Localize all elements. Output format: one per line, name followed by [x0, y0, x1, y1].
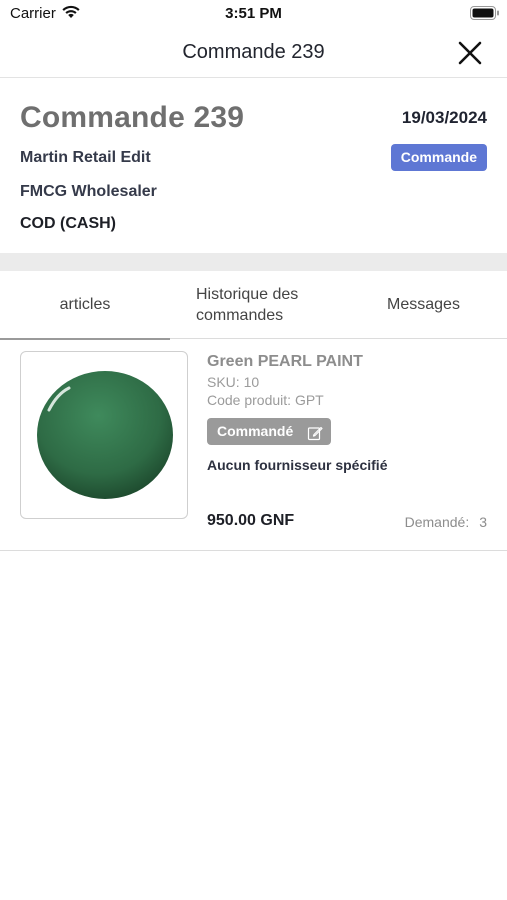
battery-icon: [470, 6, 500, 20]
supplier-note: Aucun fournisseur spécifié: [207, 457, 388, 473]
product-sku: SKU: 10: [207, 374, 260, 390]
order-date: 19/03/2024: [401, 108, 487, 127]
requested-label: Demandé:: [404, 514, 470, 530]
requested-quantity: Demandé: 3: [405, 514, 487, 530]
supplier-type: FMCG Wholesaler: [20, 183, 157, 200]
clock: 3:51 PM: [225, 5, 282, 22]
product-name: Green PEARL PAINT: [207, 353, 363, 370]
close-icon: [458, 41, 482, 65]
payment-method: COD (CASH): [20, 215, 116, 232]
order-header: Commande 239 19/03/2024 Martin Retail Ed…: [0, 79, 507, 253]
close-button[interactable]: [452, 38, 488, 68]
product-image: [20, 351, 188, 519]
tab-messages[interactable]: Messages: [340, 271, 507, 339]
page-title: Commande 239: [182, 41, 325, 63]
nav-bar: Commande 239: [0, 28, 507, 78]
list-item[interactable]: Green PEARL PAINT SKU: 10 Code produit: …: [0, 339, 507, 551]
item-status-label: Commandé: [217, 423, 294, 439]
order-number: Commande 239: [20, 101, 245, 134]
item-status-button[interactable]: Commandé: [207, 418, 331, 445]
status-badge: Commande: [390, 144, 487, 171]
edit-icon: [307, 423, 323, 441]
tab-articles[interactable]: articles: [0, 271, 170, 340]
status-bar: Carrier 3:51 PM: [0, 0, 507, 28]
requested-qty: 3: [479, 514, 487, 530]
customer-name: Martin Retail Edit: [20, 149, 151, 166]
product-price: 950.00 GNF: [207, 512, 295, 529]
product-code: Code produit: GPT: [207, 392, 324, 408]
tab-order-history[interactable]: Historique des commandes: [196, 271, 336, 339]
tab-bar: articles Historique des commandes Messag…: [0, 271, 507, 340]
section-divider: [0, 253, 507, 271]
